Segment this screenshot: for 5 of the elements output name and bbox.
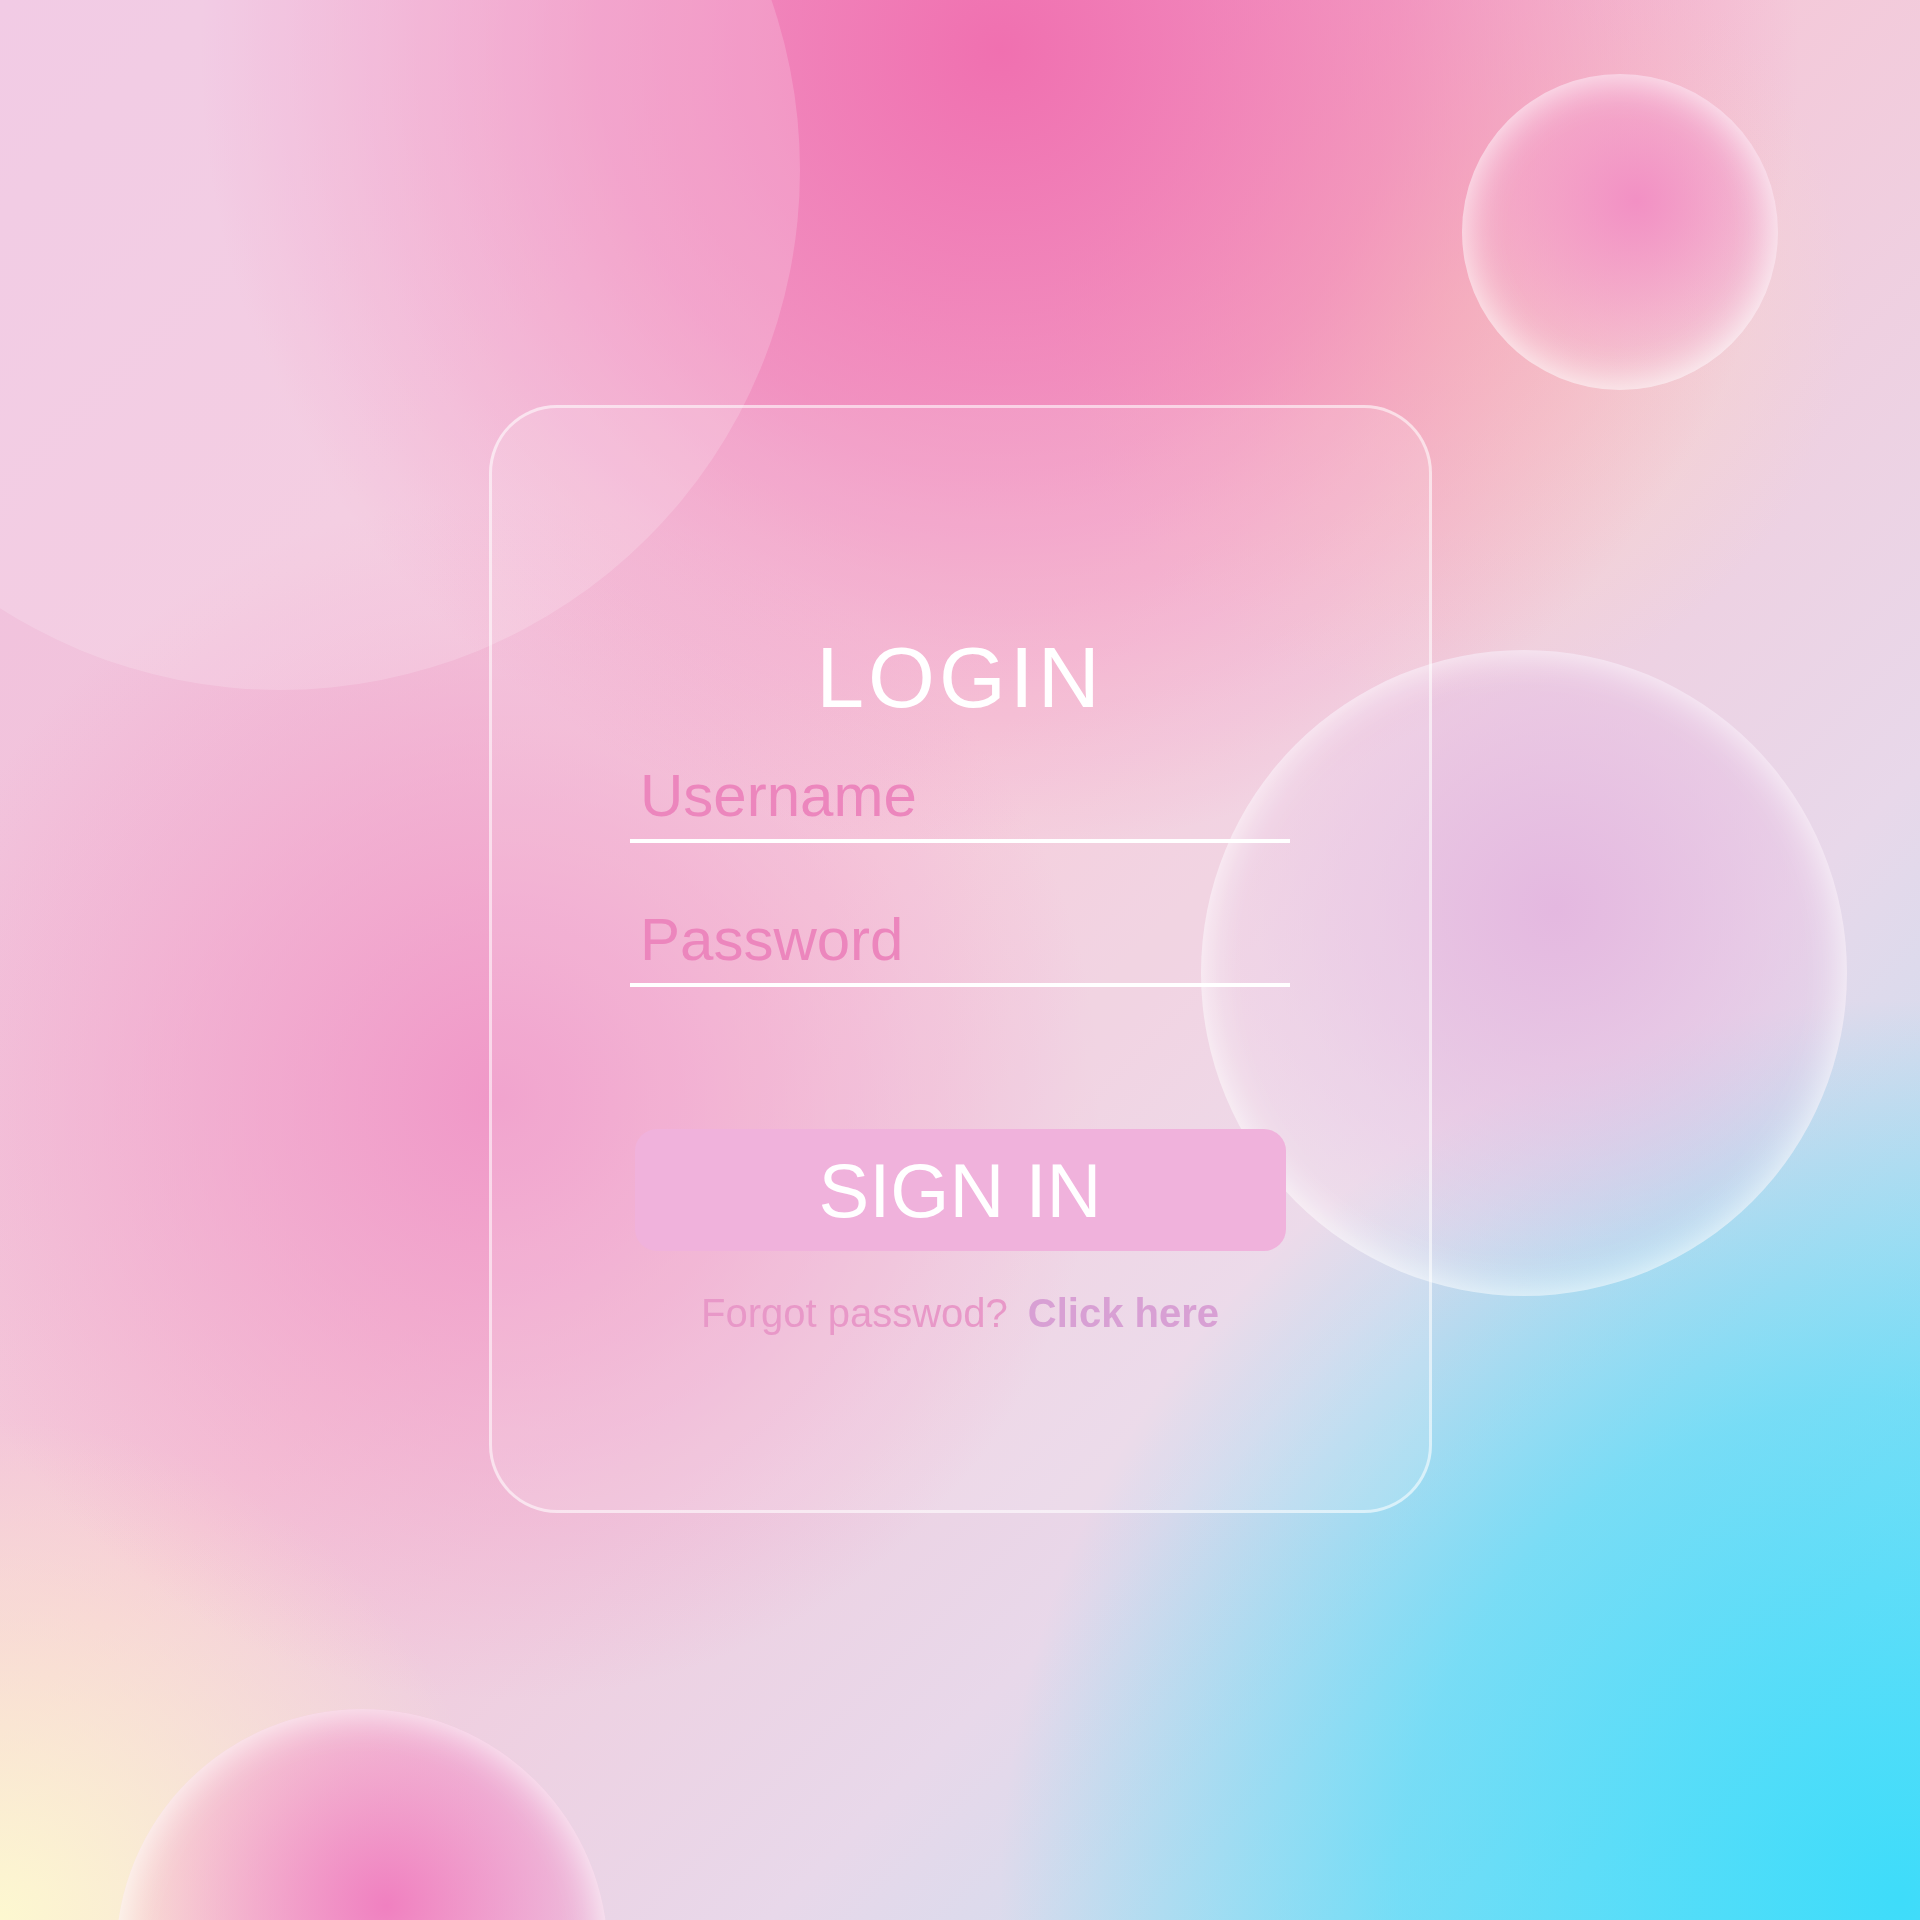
sign-in-button[interactable]: SIGN IN bbox=[634, 1129, 1286, 1251]
username-field[interactable]: Username bbox=[630, 751, 1290, 843]
click-here-link[interactable]: Click here bbox=[1027, 1291, 1220, 1335]
password-field[interactable]: Password bbox=[630, 895, 1290, 987]
login-title: LOGIN bbox=[816, 628, 1104, 727]
